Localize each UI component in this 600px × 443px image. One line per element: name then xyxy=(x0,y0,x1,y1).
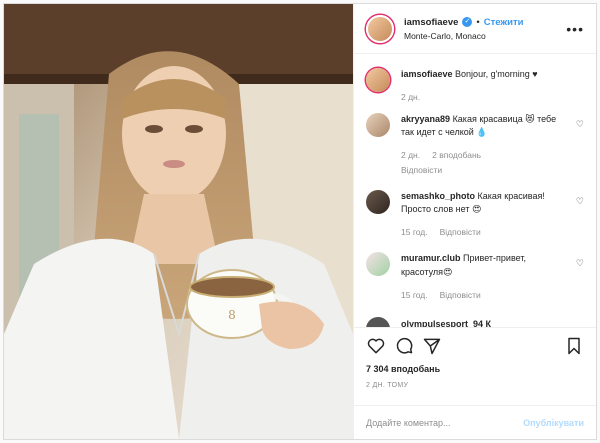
action-icons xyxy=(366,334,584,358)
caption-meta: 2 дн. xyxy=(401,91,562,103)
follow-button[interactable]: Стежити xyxy=(484,17,524,28)
bookmark-icon[interactable] xyxy=(564,336,584,356)
add-comment-bar: Опублікувати xyxy=(354,405,596,439)
avatar[interactable] xyxy=(366,14,394,43)
reply-button[interactable]: Відповісти xyxy=(440,226,481,238)
instagram-post: 8 iamsofiaeve ✓ • Стежити Monte-Carlo, M… xyxy=(3,3,597,440)
avatar[interactable] xyxy=(366,252,390,277)
avatar[interactable] xyxy=(366,190,390,215)
comment-age[interactable]: 15 год. xyxy=(401,289,428,301)
avatar[interactable] xyxy=(366,317,390,327)
heart-icon[interactable]: ♡ xyxy=(576,119,584,130)
comment-item: muramur.club Привет-привет, красотуля😍 1… xyxy=(366,252,584,300)
more-icon[interactable]: ••• xyxy=(566,21,584,37)
comment-body: semashko_photo Какая красивая! Просто сл… xyxy=(401,190,584,238)
comment-item: semashko_photo Какая красивая! Просто сл… xyxy=(366,190,584,238)
avatar[interactable] xyxy=(366,68,390,92)
post-actions: 7 304 вподобань 2 ДН. ТОМУ xyxy=(354,327,596,405)
comment-meta: 15 год. Відповісти xyxy=(401,289,562,301)
comment-age[interactable]: 2 дн. xyxy=(401,149,420,161)
post-header: iamsofiaeve ✓ • Стежити Monte-Carlo, Mon… xyxy=(354,4,596,54)
share-icon[interactable] xyxy=(422,336,442,356)
comment-meta: 2 дн. 2 вподобань xyxy=(401,149,562,161)
post-photo[interactable]: 8 xyxy=(4,4,353,439)
caption-text: Bonjour, g'morning ♥ xyxy=(455,69,538,79)
reply-button[interactable]: Відповісти xyxy=(401,164,562,176)
photo-illustration: 8 xyxy=(4,4,353,439)
caption-username[interactable]: iamsofiaeve xyxy=(401,69,453,79)
caption: iamsofiaeve Bonjour, g'morning ♥ 2 дн. xyxy=(366,68,584,103)
comment-input[interactable] xyxy=(366,417,524,428)
post-timestamp[interactable]: 2 ДН. ТОМУ xyxy=(366,382,584,389)
avatar[interactable] xyxy=(366,113,390,138)
partial-comment-text: olympulsesport_94 К xyxy=(401,319,492,327)
partial-comment: olympulsesport_94 К xyxy=(366,317,491,327)
reply-button[interactable]: Відповісти xyxy=(440,289,481,301)
comment-username[interactable]: semashko_photo xyxy=(401,191,475,201)
heart-icon[interactable]: ♡ xyxy=(576,258,584,269)
publish-button[interactable]: Опублікувати xyxy=(523,418,584,428)
svg-text:8: 8 xyxy=(228,308,236,322)
username-link[interactable]: iamsofiaeve xyxy=(404,17,458,28)
caption-body: iamsofiaeve Bonjour, g'morning ♥ 2 дн. xyxy=(401,68,584,103)
comment-meta: 15 год. Відповісти xyxy=(401,226,562,238)
post-sidebar: iamsofiaeve ✓ • Стежити Monte-Carlo, Mon… xyxy=(353,4,596,439)
comment-icon[interactable] xyxy=(394,336,414,356)
header-info: iamsofiaeve ✓ • Стежити Monte-Carlo, Mon… xyxy=(404,17,566,41)
comment-item: akryyana89 Какая красавица 😻 тебе так ид… xyxy=(366,113,584,176)
verified-icon: ✓ xyxy=(462,17,473,27)
heart-icon[interactable]: ♡ xyxy=(576,196,584,207)
heart-icon[interactable] xyxy=(366,336,386,356)
comment-username[interactable]: muramur.club xyxy=(401,253,461,263)
comment-body: muramur.club Привет-привет, красотуля😍 1… xyxy=(401,252,584,300)
location-link[interactable]: Monte-Carlo, Monaco xyxy=(404,31,566,41)
header-row: iamsofiaeve ✓ • Стежити xyxy=(404,17,566,28)
comment-age[interactable]: 15 год. xyxy=(401,226,428,238)
comment-username[interactable]: akryyana89 xyxy=(401,114,450,124)
likes-count[interactable]: 7 304 вподобань xyxy=(366,364,584,374)
comment-body: akryyana89 Какая красавица 😻 тебе так ид… xyxy=(401,113,584,176)
comment-likes[interactable]: 2 вподобань xyxy=(432,149,481,161)
separator-dot: • xyxy=(476,16,480,28)
caption-age[interactable]: 2 дн. xyxy=(401,91,420,103)
comments-list[interactable]: iamsofiaeve Bonjour, g'morning ♥ 2 дн. a… xyxy=(354,54,596,327)
